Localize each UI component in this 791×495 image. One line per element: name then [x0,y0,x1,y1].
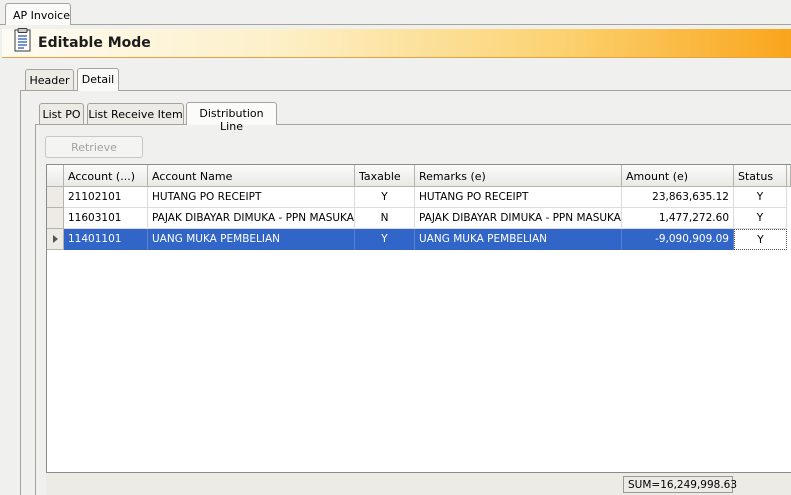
table-cell-amount[interactable]: 23,863,635.12 [622,187,734,208]
column-header-account[interactable]: Account (...) [64,165,148,187]
tab-list-receive-item[interactable]: List Receive Item [87,103,184,124]
column-header-label: Remarks (e) [419,170,486,183]
column-header-label: Account (...) [68,170,135,183]
amount-sum-total: SUM=16,249,998.63 [623,476,737,493]
page-title: Editable Mode [38,35,151,51]
column-header-account-name[interactable]: Account Name [148,165,355,187]
tab-header[interactable]: Header [25,69,74,90]
column-header-label: Amount (e) [626,170,689,183]
tab-label: Header [29,74,70,87]
current-row-arrow-icon [53,235,58,243]
table-cell-account[interactable]: 11401101 [64,229,148,250]
table-cell-amount[interactable]: 1,477,272.60 [622,208,734,229]
tab-label: List PO [42,108,81,121]
tab-strip-divider [0,24,791,25]
tab-ap-invoice[interactable]: AP Invoice [5,3,71,25]
table-cell-account-name[interactable]: PAJAK DIBAYAR DIMUKA - PPN MASUKAN [148,208,355,229]
table-cell-remarks[interactable]: PAJAK DIBAYAR DIMUKA - PPN MASUKAN [415,208,622,229]
table-cell-account-name[interactable]: UANG MUKA PEMBELIAN [148,229,355,250]
table-cell-account[interactable]: 11603101 [64,208,148,229]
table-cell-taxable[interactable]: Y [355,187,415,208]
table-cell-taxable[interactable]: Y [355,229,415,250]
row-selector-header[interactable] [47,165,64,187]
tab-detail[interactable]: Detail [77,68,119,91]
tab-list-po[interactable]: List PO [39,103,84,124]
row-selector[interactable] [47,187,64,208]
retrieve-button-label: Retrieve [71,141,117,154]
table-cell-amount[interactable]: -9,090,909.09 [622,229,734,250]
column-header-label: Status [738,170,774,183]
tab-distribution-line[interactable]: Distribution Line [186,102,277,133]
tab-label: Detail [81,73,115,86]
column-header-amount[interactable]: Amount (e) [622,165,734,187]
column-header-filler [787,165,791,187]
table-cell-account-name[interactable]: HUTANG PO RECEIPT [148,187,355,208]
column-header-label: Taxable [359,170,401,183]
column-header-status[interactable]: Status [734,165,787,187]
table-cell-taxable[interactable]: N [355,208,415,229]
column-header-taxable[interactable]: Taxable [355,165,415,187]
document-list-icon [12,28,34,55]
table-cell-status[interactable]: Y [734,208,787,229]
table-cell-remarks[interactable]: HUTANG PO RECEIPT [415,187,622,208]
table-cell-status-focused[interactable]: Y [734,229,787,250]
column-header-remarks[interactable]: Remarks (e) [415,165,622,187]
row-selector[interactable] [47,208,64,229]
table-cell-status[interactable]: Y [734,187,787,208]
table-cell-remarks[interactable]: UANG MUKA PEMBELIAN [415,229,622,250]
retrieve-button[interactable]: Retrieve [45,136,143,158]
column-header-label: Account Name [152,170,233,183]
tab-label: List Receive Item [88,108,183,121]
table-cell-account[interactable]: 21102101 [64,187,148,208]
tab-label: AP Invoice [13,9,70,22]
